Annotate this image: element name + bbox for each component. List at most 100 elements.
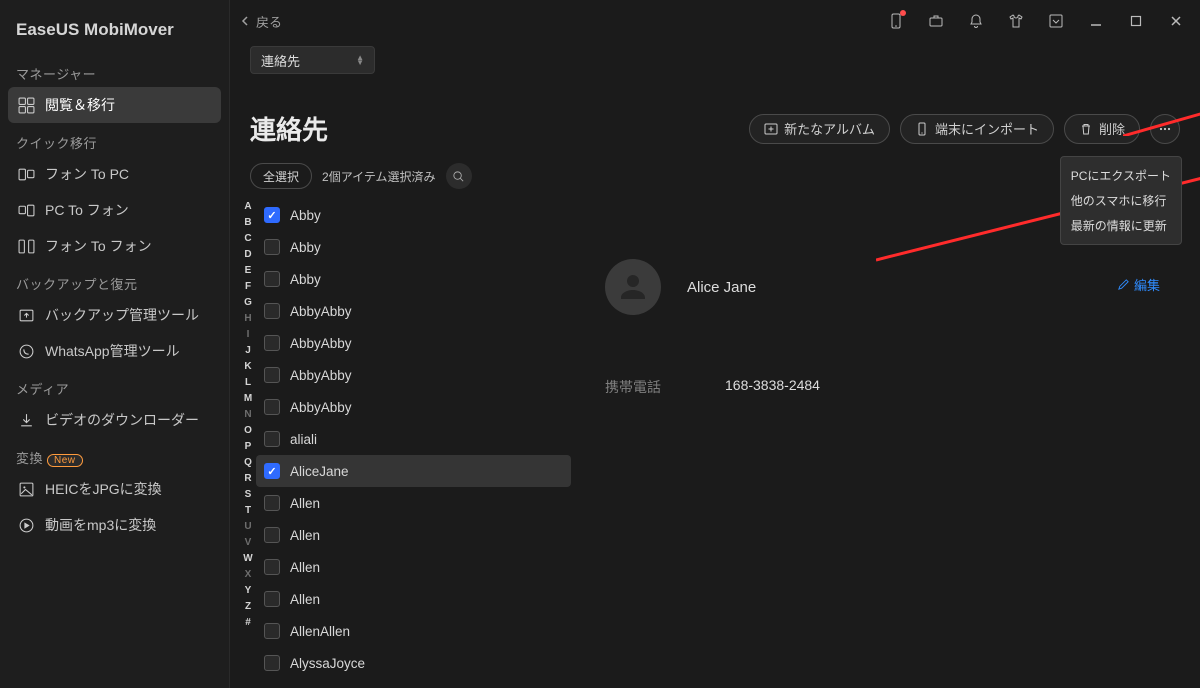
backup-icon <box>18 307 35 324</box>
more-menu-item[interactable]: 他のスマホに移行 <box>1061 188 1181 213</box>
alpha-letter[interactable]: H <box>240 311 256 327</box>
alpha-letter[interactable]: Y <box>240 583 256 599</box>
phone-value: 168-3838-2484 <box>725 377 820 397</box>
detail-name: Alice Jane <box>687 279 756 296</box>
alpha-letter[interactable]: N <box>240 407 256 423</box>
contact-row[interactable]: AliceJane <box>256 455 571 487</box>
contact-row[interactable]: Abby <box>256 199 571 231</box>
main-area: 戻る 連絡先 ▲▼ 連絡先 <box>230 0 1200 688</box>
contact-row[interactable]: Allen <box>256 551 571 583</box>
contact-row[interactable]: Allen <box>256 583 571 615</box>
contact-row[interactable]: AbbyAbby <box>256 391 571 423</box>
sidebar-item[interactable]: WhatsApp管理ツール <box>8 333 221 369</box>
contact-row[interactable]: Abby <box>256 263 571 295</box>
sidebar-item[interactable]: PC To フォン <box>8 192 221 228</box>
checkbox[interactable] <box>264 431 280 447</box>
contact-row[interactable]: Abby <box>256 231 571 263</box>
sidebar-section-label: バックアップと復元 <box>8 264 221 297</box>
alpha-letter[interactable]: Z <box>240 599 256 615</box>
sidebar-item[interactable]: フォン To フォン <box>8 228 221 264</box>
checkbox[interactable] <box>264 335 280 351</box>
app-logo: EaseUS MobiMover <box>8 14 221 54</box>
alpha-letter[interactable]: O <box>240 423 256 439</box>
checkbox[interactable] <box>264 655 280 671</box>
alpha-letter[interactable]: W <box>240 551 256 567</box>
checkbox[interactable] <box>264 495 280 511</box>
contact-row[interactable]: AllenAllen <box>256 615 571 647</box>
contact-name: Allen <box>290 592 320 607</box>
dropdown-icon[interactable] <box>1042 7 1070 35</box>
checkbox[interactable] <box>264 527 280 543</box>
select-all-button[interactable]: 全選択 <box>250 163 312 189</box>
contact-row[interactable]: aliali <box>256 423 571 455</box>
checkbox[interactable] <box>264 591 280 607</box>
contact-name: AlyssaJoyce <box>290 656 365 671</box>
sidebar-item[interactable]: ビデオのダウンローダー <box>8 402 221 438</box>
alpha-letter[interactable]: D <box>240 247 256 263</box>
alpha-letter[interactable]: E <box>240 263 256 279</box>
page-title: 連絡先 <box>250 110 328 147</box>
contact-row[interactable]: Allen <box>256 487 571 519</box>
alpha-letter[interactable]: A <box>240 199 256 215</box>
alpha-letter[interactable]: T <box>240 503 256 519</box>
sidebar-item[interactable]: HEICをJPGに変換 <box>8 471 221 507</box>
alpha-letter[interactable]: S <box>240 487 256 503</box>
more-button[interactable] <box>1150 114 1180 144</box>
alpha-letter[interactable]: V <box>240 535 256 551</box>
checkbox[interactable] <box>264 367 280 383</box>
alpha-index[interactable]: ABCDEFGHIJKLMNOPQRSTUVWXYZ# <box>230 199 256 688</box>
import-device-button[interactable]: 端末にインポート <box>900 114 1054 144</box>
maximize-icon[interactable] <box>1122 7 1150 35</box>
checkbox[interactable] <box>264 399 280 415</box>
alpha-letter[interactable]: K <box>240 359 256 375</box>
sidebar-item[interactable]: フォン To PC <box>8 156 221 192</box>
checkbox[interactable] <box>264 239 280 255</box>
checkbox[interactable] <box>264 463 280 479</box>
more-menu-item[interactable]: 最新の情報に更新 <box>1061 213 1181 238</box>
alpha-letter[interactable]: U <box>240 519 256 535</box>
category-selector[interactable]: 連絡先 ▲▼ <box>250 46 375 74</box>
contact-row[interactable]: Allen <box>256 519 571 551</box>
alpha-letter[interactable]: P <box>240 439 256 455</box>
bell-icon[interactable] <box>962 7 990 35</box>
alpha-letter[interactable]: R <box>240 471 256 487</box>
close-icon[interactable] <box>1162 7 1190 35</box>
edit-button[interactable]: 編集 <box>1117 275 1160 294</box>
back-button[interactable]: 戻る <box>240 12 282 31</box>
minimize-icon[interactable] <box>1082 7 1110 35</box>
alpha-letter[interactable]: # <box>240 615 256 631</box>
checkbox[interactable] <box>264 559 280 575</box>
sidebar-item[interactable]: 閲覧＆移行 <box>8 87 221 123</box>
checkbox[interactable] <box>264 271 280 287</box>
alpha-letter[interactable]: G <box>240 295 256 311</box>
sidebar-item[interactable]: 動画をmp3に変換 <box>8 507 221 543</box>
contact-row[interactable]: AbbyAbby <box>256 359 571 391</box>
alpha-letter[interactable]: Q <box>240 455 256 471</box>
more-menu: PCにエクスポート他のスマホに移行最新の情報に更新 <box>1060 156 1182 245</box>
search-button[interactable] <box>446 163 472 189</box>
alpha-letter[interactable]: F <box>240 279 256 295</box>
shirt-icon[interactable] <box>1002 7 1030 35</box>
alpha-letter[interactable]: J <box>240 343 256 359</box>
checkbox[interactable] <box>264 623 280 639</box>
checkbox[interactable] <box>264 207 280 223</box>
contact-row[interactable]: AbbyAbby <box>256 327 571 359</box>
delete-button[interactable]: 削除 <box>1064 114 1140 144</box>
alpha-letter[interactable]: X <box>240 567 256 583</box>
checkbox[interactable] <box>264 303 280 319</box>
contact-row[interactable]: AbbyAbby <box>256 295 571 327</box>
briefcase-icon[interactable] <box>922 7 950 35</box>
more-menu-item[interactable]: PCにエクスポート <box>1061 163 1181 188</box>
alpha-letter[interactable]: I <box>240 327 256 343</box>
device-icon[interactable] <box>882 7 910 35</box>
new-album-button[interactable]: 新たなアルバム <box>749 114 890 144</box>
alpha-letter[interactable]: C <box>240 231 256 247</box>
alpha-letter[interactable]: L <box>240 375 256 391</box>
alpha-letter[interactable]: M <box>240 391 256 407</box>
sidebar-item[interactable]: バックアップ管理ツール <box>8 297 221 333</box>
alpha-letter[interactable]: B <box>240 215 256 231</box>
contact-row[interactable]: AlyssaJoyce <box>256 647 571 679</box>
phone-pc-icon <box>18 166 35 183</box>
sidebar-section-label: メディア <box>8 369 221 402</box>
sidebar-item-label: フォン To フォン <box>45 236 152 256</box>
